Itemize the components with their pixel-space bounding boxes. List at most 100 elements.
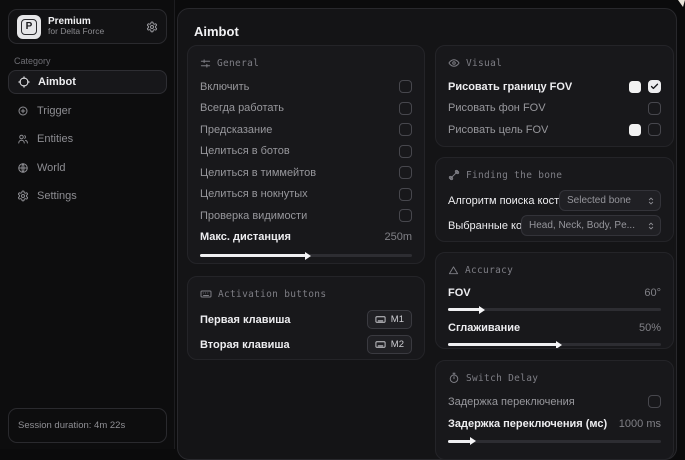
- keyboard-icon: [200, 288, 212, 300]
- logo-letter: P: [21, 19, 37, 35]
- smoothing-value: 50%: [639, 322, 661, 334]
- draw-fov-target-checkbox[interactable]: [648, 123, 661, 136]
- sidebar-item-label: Entities: [37, 133, 73, 145]
- selected-bones-label: Выбранные кости: [448, 220, 521, 232]
- mouse-cursor: [678, 0, 685, 7]
- session-box: Session duration: 4m 22s: [8, 408, 167, 443]
- second-key-bind[interactable]: M2: [367, 335, 412, 354]
- crosshair-icon: [18, 76, 30, 88]
- target-teammates-checkbox[interactable]: [399, 166, 412, 179]
- option-label: Проверка видимости: [200, 210, 307, 222]
- bone-algorithm-select[interactable]: Selected bone: [559, 190, 661, 211]
- draw-fov-border-checkbox[interactable]: [648, 80, 661, 93]
- option-label: Предсказание: [200, 124, 272, 136]
- first-key-bind[interactable]: M1: [367, 310, 412, 329]
- max-distance-slider[interactable]: [200, 254, 412, 257]
- option-label: Целиться в тиммейтов: [200, 167, 316, 179]
- card-title: Switch Delay: [466, 373, 538, 384]
- sidebar-item-trigger[interactable]: Trigger: [8, 99, 167, 123]
- sidebar-item-aimbot[interactable]: Aimbot: [8, 70, 167, 94]
- sidebar-item-label: Settings: [37, 190, 77, 202]
- card-title: Finding the bone: [466, 170, 562, 181]
- switch-delay-ms-value: 1000 ms: [619, 418, 661, 430]
- fov-border-color-swatch[interactable]: [629, 81, 641, 93]
- main-panel: Aimbot General Включить Всегда работать …: [177, 8, 677, 460]
- trigger-icon: [17, 105, 29, 117]
- keyboard-icon: [375, 339, 386, 350]
- switch-delay-slider[interactable]: [448, 440, 661, 443]
- option-label: Всегда работать: [200, 102, 284, 114]
- always-work-checkbox[interactable]: [399, 102, 412, 115]
- check-icon: [650, 82, 659, 91]
- chevrons-up-down-icon: [646, 221, 656, 231]
- bone-algorithm-label: Алгоритм поиска костей: [448, 195, 559, 207]
- chevrons-up-down-icon: [646, 196, 656, 206]
- sidebar-item-label: Trigger: [37, 105, 71, 117]
- timer-icon: [448, 372, 460, 384]
- fov-slider[interactable]: [448, 308, 661, 311]
- sidebar-item-settings[interactable]: Settings: [8, 184, 167, 208]
- slider-thumb[interactable]: [556, 341, 562, 349]
- eye-icon: [448, 57, 460, 69]
- slider-thumb[interactable]: [305, 252, 311, 260]
- sidebar-item-entities[interactable]: Entities: [8, 127, 167, 151]
- globe-icon: [17, 162, 29, 174]
- option-label: Целиться в нокнутых: [200, 188, 308, 200]
- finding-bone-card: Finding the bone Алгоритм поиска костей …: [435, 157, 674, 242]
- key-value: M1: [391, 314, 404, 325]
- session-duration: Session duration: 4m 22s: [18, 420, 125, 431]
- enable-checkbox[interactable]: [399, 80, 412, 93]
- sidebar-item-world[interactable]: World: [8, 156, 167, 180]
- category-label: Category: [14, 56, 51, 66]
- brand-subtitle: for Delta Force: [48, 27, 139, 37]
- switch-delay-toggle-label: Задержка переключения: [448, 396, 575, 408]
- brand-box: P Premium for Delta Force: [8, 9, 167, 44]
- sliders-icon: [200, 58, 211, 69]
- keyboard-icon: [375, 314, 386, 325]
- option-label: Включить: [200, 81, 249, 93]
- triangle-icon: [448, 265, 459, 276]
- visibility-check-checkbox[interactable]: [399, 209, 412, 222]
- target-bots-checkbox[interactable]: [399, 145, 412, 158]
- sidebar-item-label: Aimbot: [38, 76, 76, 88]
- card-title: Activation buttons: [218, 289, 326, 300]
- first-key-label: Первая клавиша: [200, 314, 291, 326]
- selected-bones-select[interactable]: Head, Neck, Body, Pe...: [521, 215, 661, 236]
- card-title: Accuracy: [465, 265, 513, 276]
- smoothing-label: Сглаживание: [448, 322, 520, 334]
- draw-fov-bg-label: Рисовать фон FOV: [448, 102, 546, 114]
- sidebar: P Premium for Delta Force Category Aimbo…: [0, 0, 175, 449]
- second-key-label: Вторая клавиша: [200, 339, 290, 351]
- draw-fov-bg-checkbox[interactable]: [648, 102, 661, 115]
- fov-target-color-swatch[interactable]: [629, 124, 641, 136]
- fov-value: 60°: [644, 287, 661, 299]
- slider-thumb[interactable]: [470, 437, 476, 445]
- sidebar-item-label: World: [37, 162, 66, 174]
- option-label: Целиться в ботов: [200, 145, 290, 157]
- sidebar-nav: Aimbot Trigger Entities World Settings: [8, 70, 167, 213]
- selected-value: Head, Neck, Body, Pe...: [529, 220, 635, 231]
- target-knocked-checkbox[interactable]: [399, 188, 412, 201]
- draw-fov-target-label: Рисовать цель FOV: [448, 124, 548, 136]
- switch-delay-ms-label: Задержка переключения (мс): [448, 418, 607, 430]
- prediction-checkbox[interactable]: [399, 123, 412, 136]
- draw-fov-border-label: Рисовать границу FOV: [448, 81, 572, 93]
- switch-delay-checkbox[interactable]: [648, 395, 661, 408]
- max-distance-label: Макс. дистанция: [200, 231, 291, 243]
- entities-icon: [17, 133, 29, 145]
- fov-label: FOV: [448, 287, 471, 299]
- gear-icon[interactable]: [146, 21, 158, 33]
- activation-buttons-card: Activation buttons Первая клавиша M1 Вто…: [187, 276, 425, 360]
- bone-icon: [448, 169, 460, 181]
- slider-thumb[interactable]: [479, 306, 485, 314]
- switch-delay-card: Switch Delay Задержка переключения Задер…: [435, 360, 674, 460]
- max-distance-value: 250m: [384, 231, 412, 243]
- accuracy-card: Accuracy FOV 60° Сглаживание 50%: [435, 252, 674, 349]
- gear-icon: [17, 190, 29, 202]
- selected-value: Selected bone: [567, 195, 631, 206]
- smoothing-slider[interactable]: [448, 343, 661, 346]
- general-card: General Включить Всегда работать Предска…: [187, 45, 425, 264]
- card-title: Visual: [466, 58, 502, 69]
- page-title: Aimbot: [194, 24, 239, 39]
- app-logo: P: [17, 15, 41, 39]
